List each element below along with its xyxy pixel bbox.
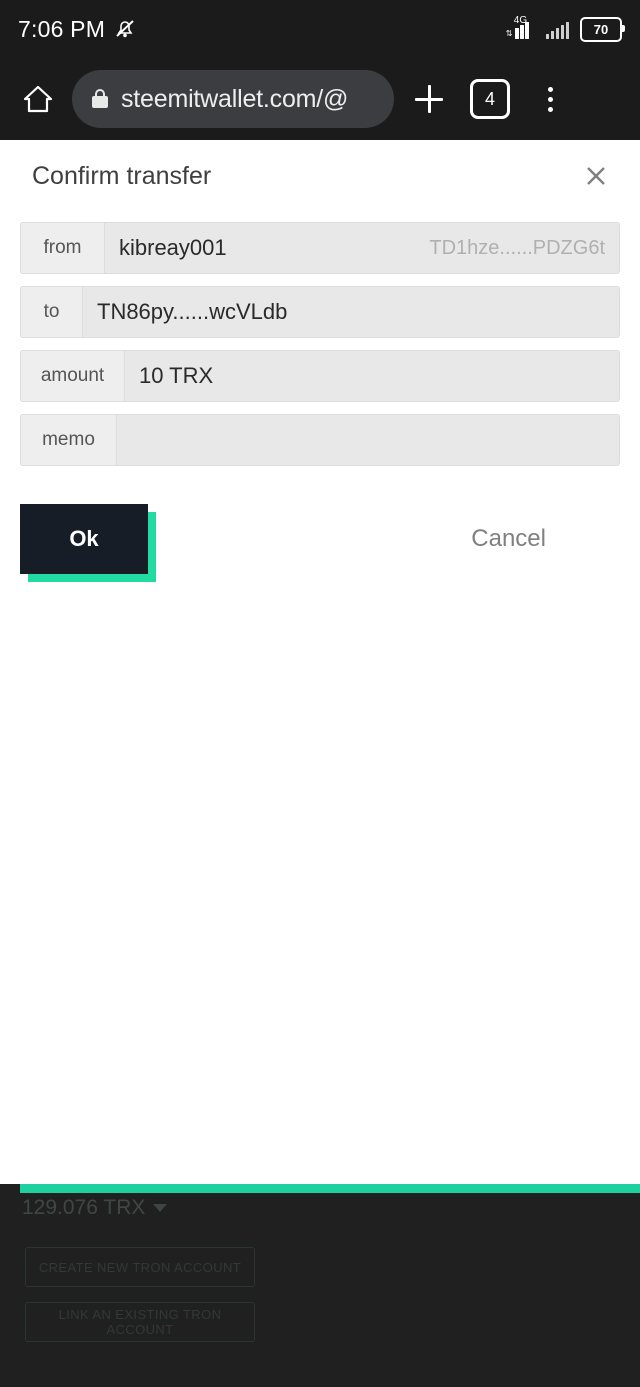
bell-muted-icon <box>114 17 136 41</box>
trx-balance-label: 129.076 TRX <box>22 1196 146 1219</box>
close-icon[interactable] <box>574 154 618 198</box>
trx-balance[interactable]: 129.076 TRX <box>22 1196 168 1220</box>
field-to-value: TN86py......wcVLdb <box>97 299 288 324</box>
background-wallet-page: 129.076 TRX CREATE NEW TRON ACCOUNT LINK… <box>0 1184 640 1387</box>
battery-level-label: 70 <box>593 21 609 37</box>
accent-bar <box>0 1184 640 1193</box>
tab-count-label: 4 <box>484 89 495 109</box>
label-memo: memo <box>21 415 117 465</box>
transfer-form: from kibreay001 TD1hze......PDZG6t to TN… <box>0 212 640 466</box>
link-existing-tron-account-button[interactable]: LINK AN EXISTING TRON ACCOUNT <box>25 1302 255 1342</box>
page-title: Confirm transfer <box>32 161 212 190</box>
modal-actions: Ok Cancel <box>0 504 640 582</box>
label-from: from <box>21 223 105 273</box>
url-text: steemitwallet.com/@ <box>121 84 349 113</box>
ok-button-wrapper: Ok <box>20 504 156 582</box>
cancel-button[interactable]: Cancel <box>457 515 560 563</box>
ok-button[interactable]: Ok <box>20 504 148 574</box>
tab-switcher-button[interactable]: 4 <box>470 79 510 119</box>
field-from[interactable]: kibreay001 TD1hze......PDZG6t <box>105 223 619 273</box>
create-new-tron-account-button[interactable]: CREATE NEW TRON ACCOUNT <box>25 1247 255 1287</box>
field-from-value: kibreay001 <box>119 235 227 260</box>
form-row-amount: amount 10 TRX <box>20 350 620 402</box>
label-amount: amount <box>21 351 125 401</box>
status-bar-left: 7:06 PM <box>18 16 136 43</box>
overflow-menu-icon[interactable] <box>530 77 570 121</box>
network-type-label: 4G <box>513 15 528 26</box>
field-amount-value: 10 TRX <box>139 363 214 388</box>
form-row-from: from kibreay001 TD1hze......PDZG6t <box>20 222 620 274</box>
lock-icon <box>92 89 108 109</box>
field-memo[interactable] <box>117 415 619 465</box>
signal-icon-sim1: 4G ⇅ <box>505 15 539 39</box>
phone-screen: 7:06 PM 4G ⇅ 70 steemitwallet.com/@ 4 Co… <box>0 0 640 1387</box>
plus-icon[interactable] <box>406 76 452 122</box>
url-bar[interactable]: steemitwallet.com/@ <box>72 70 394 128</box>
field-to[interactable]: TN86py......wcVLdb <box>83 287 619 337</box>
caret-down-icon <box>153 1204 168 1212</box>
browser-toolbar: steemitwallet.com/@ 4 <box>0 58 640 140</box>
signal-icon-sim2 <box>545 19 569 39</box>
modal-header: Confirm transfer <box>0 140 640 212</box>
form-row-memo: memo <box>20 414 620 466</box>
status-clock: 7:06 PM <box>18 15 106 42</box>
battery-icon: 70 <box>580 16 625 42</box>
status-bar-right: 4G ⇅ 70 <box>505 15 625 42</box>
field-amount[interactable]: 10 TRX <box>125 351 619 401</box>
form-row-to: to TN86py......wcVLdb <box>20 286 620 338</box>
label-to: to <box>21 287 83 337</box>
data-arrows-icon: ⇅ <box>505 29 513 38</box>
home-icon[interactable] <box>16 77 60 121</box>
status-bar: 7:06 PM 4G ⇅ 70 <box>0 0 640 58</box>
field-from-address: TD1hze......PDZG6t <box>429 236 605 259</box>
